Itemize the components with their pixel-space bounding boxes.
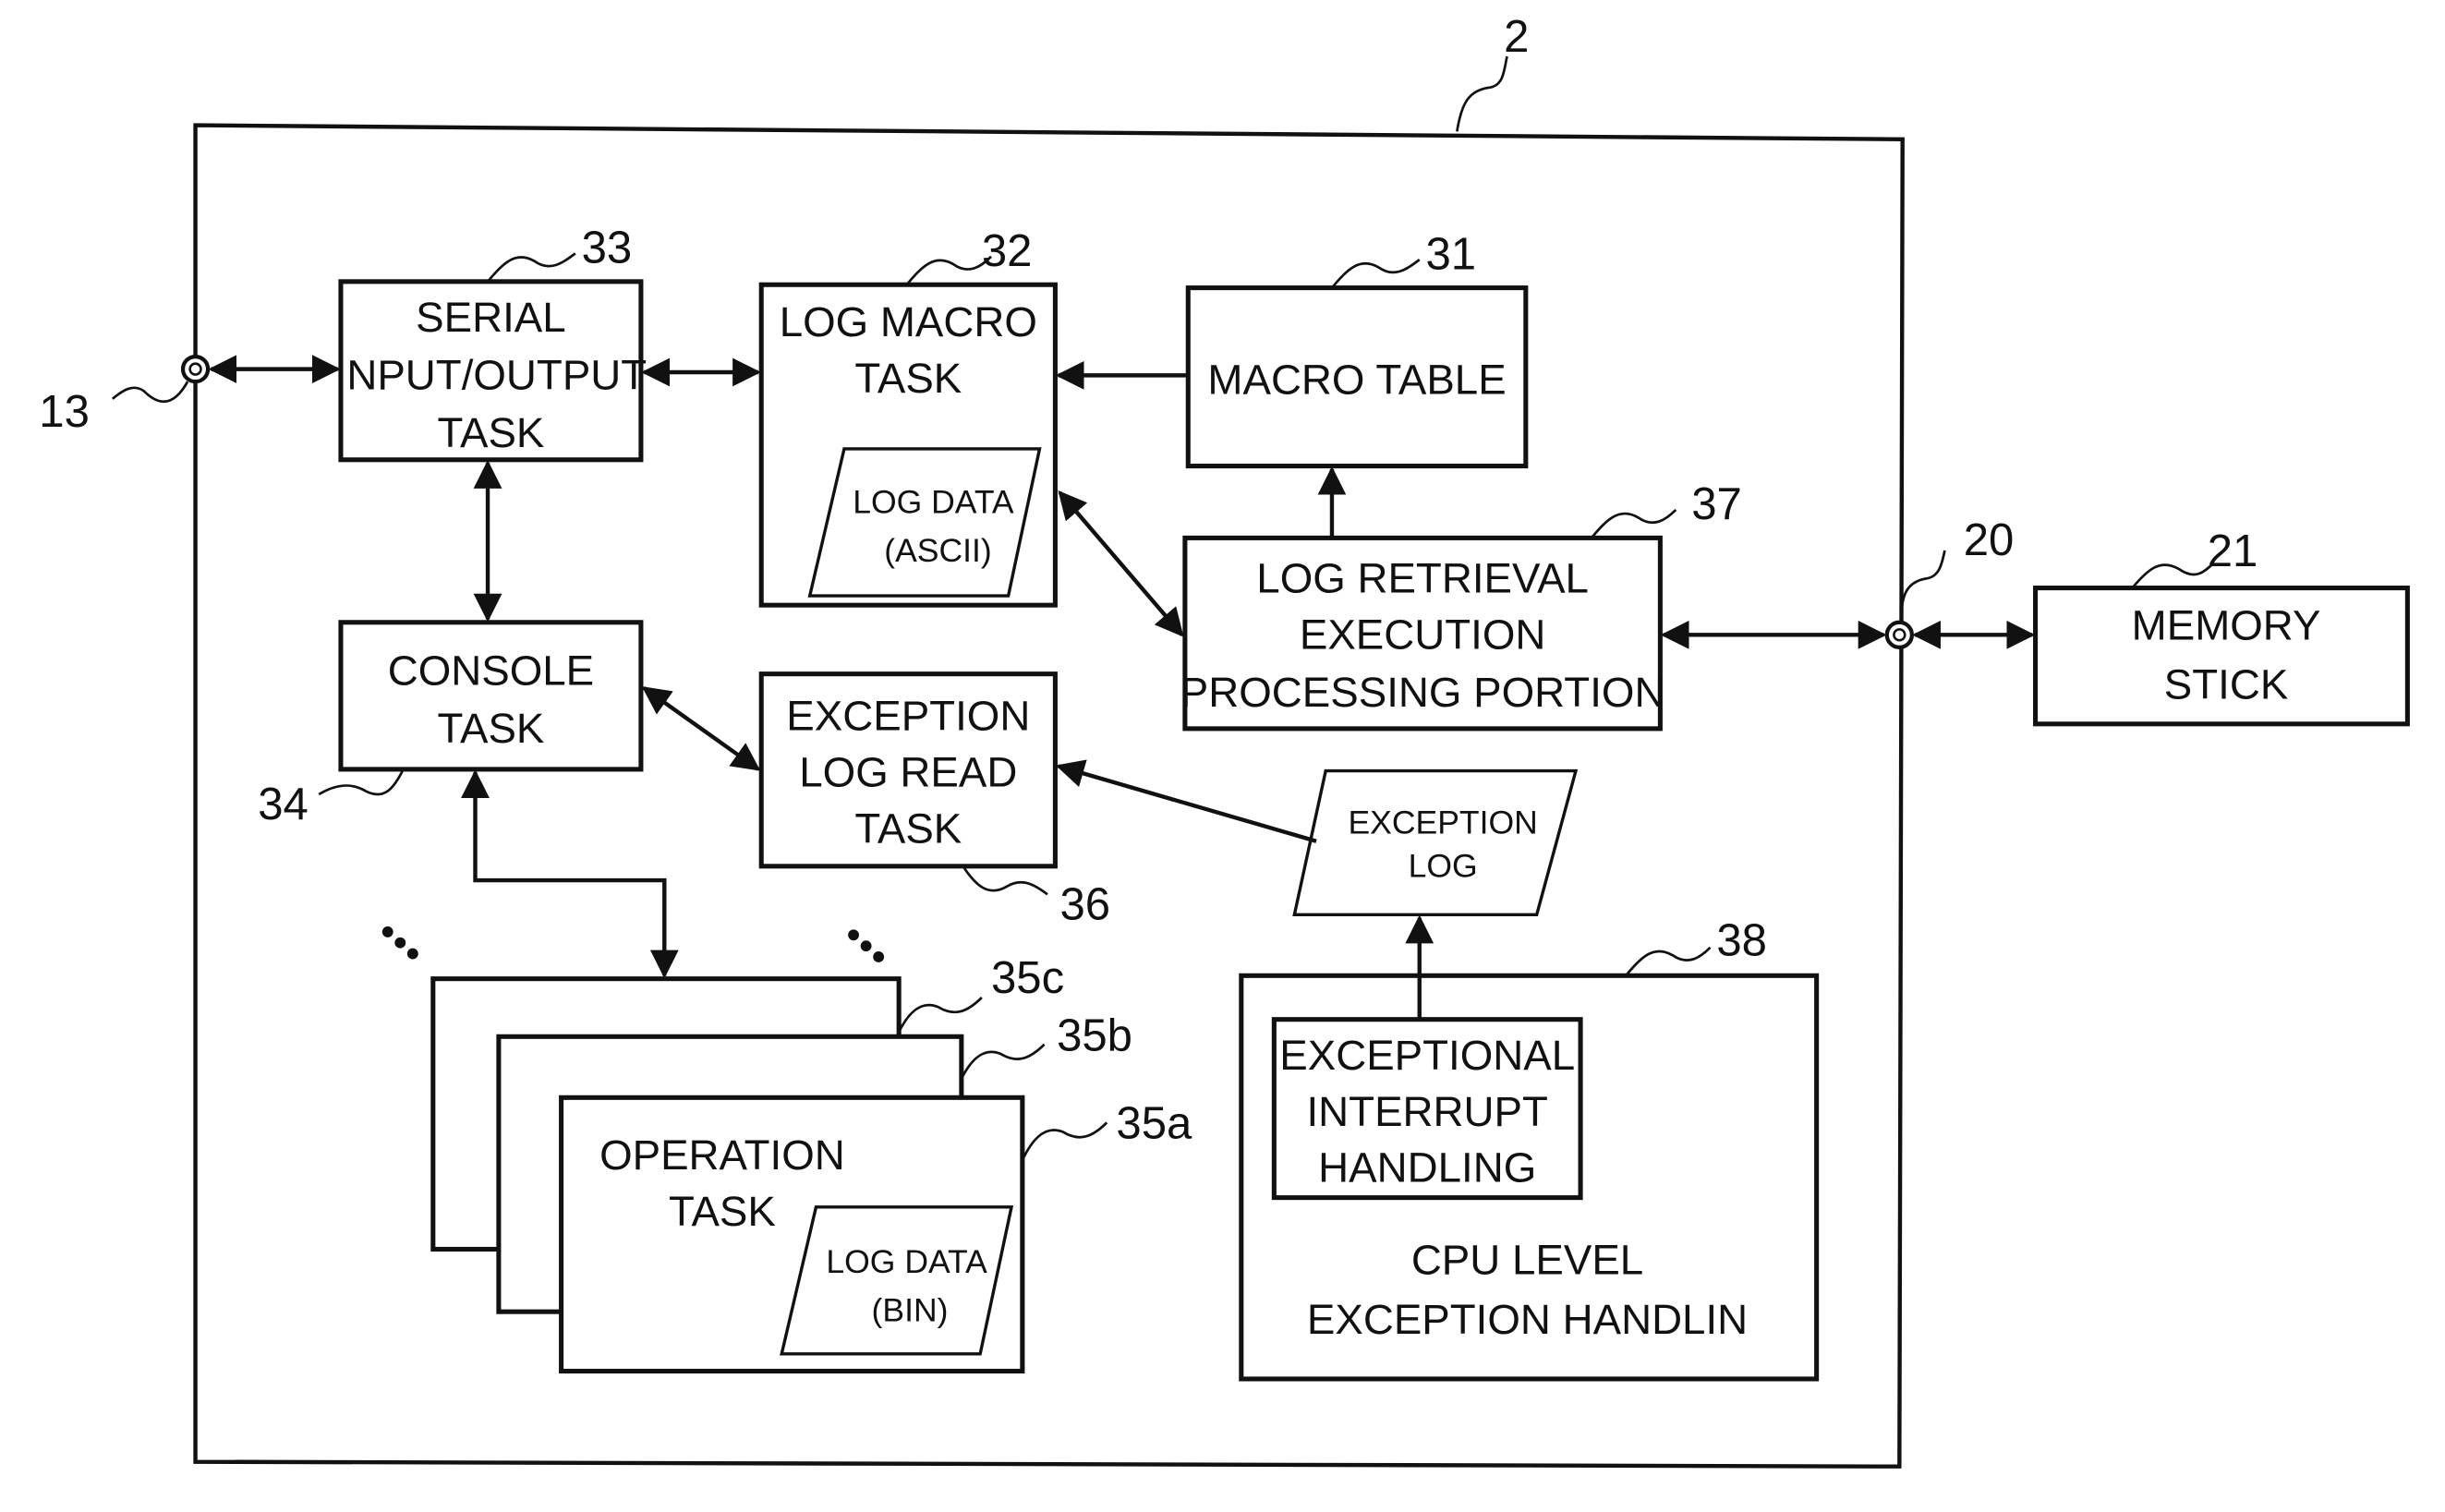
log-retrieval-ref: 37 (1691, 479, 1742, 529)
macro-table-leader (1330, 259, 1421, 289)
macro-table-ref: 31 (1426, 229, 1477, 279)
log-data-bin-shape (780, 1205, 1014, 1356)
cpu-exception-line-1: CPU LEVEL (1411, 1237, 1643, 1284)
log-retrieval-line-2: EXECUTION (1300, 611, 1546, 659)
exception-log-shape (1292, 768, 1579, 916)
log-retrieval-leader (1590, 508, 1677, 539)
container-2-leader (1456, 55, 1508, 132)
serial-io-task-line-2: INPUT/OUTPUT (335, 352, 648, 399)
operation-task-b-ref: 35b (1057, 1011, 1132, 1061)
exception-log-read-line-3: TASK (854, 804, 962, 852)
arrow-exceptionlog-exceptionread (1055, 759, 1317, 843)
console-task-ref: 34 (258, 780, 309, 829)
exception-log-read-line-2: LOG READ (799, 749, 1017, 796)
log-macro-task-leader (905, 255, 992, 286)
log-data-ascii-line-1: LOG DATA (853, 483, 1014, 520)
serial-io-task-line-1: SERIAL (416, 294, 566, 341)
log-retrieval-line-1: LOG RETRIEVAL (1256, 555, 1589, 602)
port-13-leader (111, 381, 189, 404)
operation-task-b-leader (960, 1043, 1046, 1080)
console-task-leader (318, 768, 405, 796)
exceptional-interrupt-line-3: HANDLING (1318, 1144, 1536, 1191)
console-task-line-1: CONSOLE (388, 647, 594, 694)
exception-log-read-task-ref: 36 (1059, 879, 1110, 929)
exception-log-line-1: EXCEPTION (1348, 804, 1537, 841)
operation-task-line-1: OPERATION (599, 1131, 845, 1179)
port-13-inner (188, 362, 202, 376)
operation-task-c-ref: 35c (991, 953, 1064, 1003)
memory-stick-line-2: STICK (2164, 661, 2289, 708)
log-data-ascii-line-2: (ASCII) (884, 532, 991, 569)
container-2-ref: 2 (1504, 12, 1529, 62)
block-diagram: 2 13 SERIAL INPUT/OUTPUT TASK 33 LOG MAC… (39, 12, 2410, 1469)
log-data-bin-line-1: LOG DATA (826, 1243, 987, 1280)
serial-io-task-leader (487, 252, 576, 283)
exception-log-read-task-leader (962, 865, 1048, 896)
macro-table-label: MACRO TABLE (1207, 357, 1506, 404)
operation-task-a-ref: 35a (1116, 1098, 1192, 1148)
arrow-console-operation (461, 769, 679, 979)
memory-stick-ref: 21 (2208, 526, 2258, 576)
port-20-leader (1899, 550, 1946, 623)
serial-io-task-ref: 33 (582, 224, 633, 273)
ellipsis-right-icon (848, 929, 885, 962)
port-20-inner (1893, 628, 1906, 642)
memory-stick-line-1: MEMORY (2132, 601, 2321, 648)
log-macro-task-ref: 32 (982, 226, 1033, 276)
cpu-exception-ref: 38 (1716, 915, 1767, 965)
serial-io-task-line-3: TASK (437, 409, 544, 456)
memory-stick-leader (2131, 562, 2215, 589)
exceptional-interrupt-line-1: EXCEPTIONAL (1279, 1032, 1575, 1079)
ellipsis-left-icon (381, 925, 418, 960)
port-20-ref: 20 (1964, 515, 2015, 565)
exception-log-line-2: LOG (1409, 848, 1478, 885)
exceptional-interrupt-line-2: INTERRUPT (1306, 1088, 1547, 1135)
log-macro-task-line-2: TASK (854, 355, 962, 402)
port-13-ref: 13 (39, 387, 90, 437)
cpu-exception-leader (1625, 946, 1712, 977)
console-task-line-2: TASK (437, 705, 544, 752)
log-data-bin-line-2: (BIN) (872, 1291, 949, 1328)
log-macro-task-line-1: LOG MACRO (780, 298, 1037, 345)
exception-log-read-line-1: EXCEPTION (786, 693, 1030, 740)
arrow-logmacro-retrieval (1058, 490, 1184, 637)
operation-task-c-leader (897, 997, 983, 1033)
log-retrieval-line-3: PROCESSING PORTION (1180, 669, 1665, 716)
arrow-console-exceptionread (641, 686, 761, 771)
log-data-ascii-shape (807, 447, 1042, 598)
cpu-exception-line-2: EXCEPTION HANDLIN (1307, 1296, 1748, 1343)
operation-task-a-leader (1023, 1121, 1108, 1158)
operation-task-line-2: TASK (669, 1188, 776, 1235)
